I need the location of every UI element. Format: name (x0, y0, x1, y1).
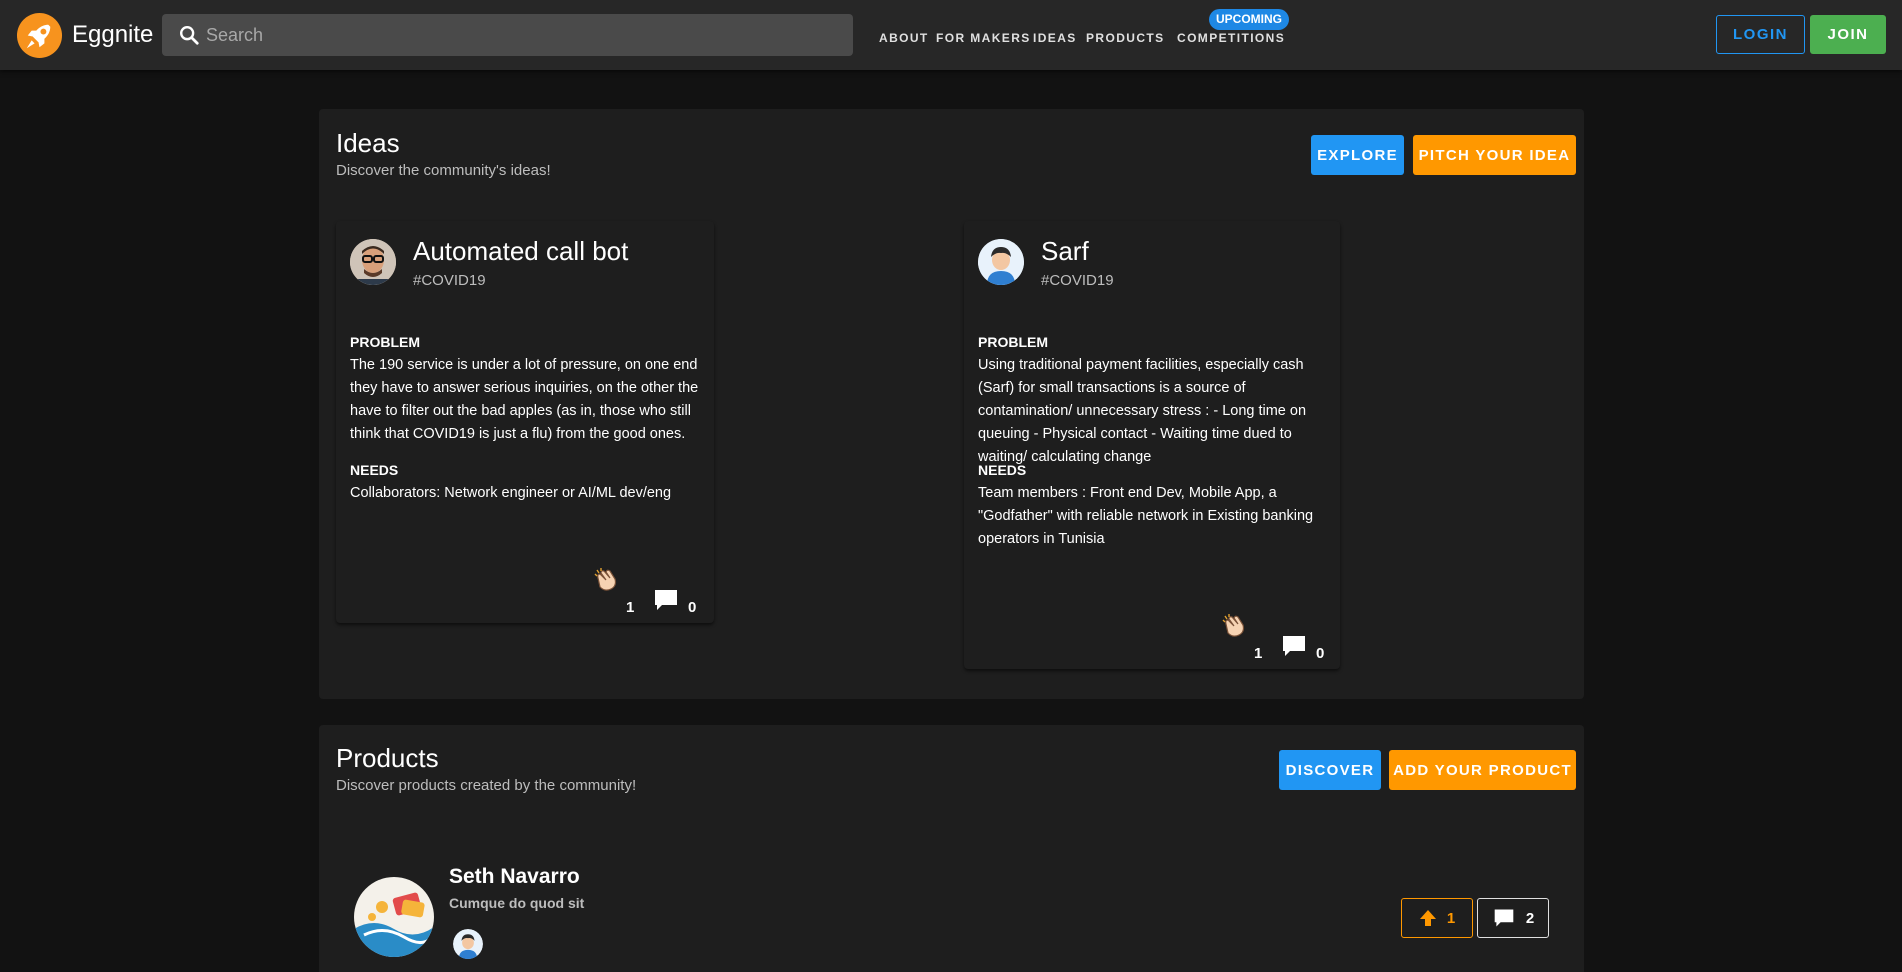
upvote-arrow-icon (1419, 910, 1436, 926)
comment-icon[interactable] (653, 587, 679, 613)
nav-competitions[interactable]: COMPETITIONS (1177, 31, 1285, 45)
product-name[interactable]: Seth Navarro (449, 865, 580, 889)
comment-icon (1494, 909, 1514, 927)
maker-avatar[interactable] (453, 929, 483, 959)
needs-label: NEEDS (350, 462, 399, 478)
upvote-count: 1 (1446, 909, 1456, 927)
add-product-button[interactable]: ADD YOUR PRODUCT (1389, 750, 1576, 790)
comment-icon[interactable] (1281, 633, 1307, 659)
product-comment-count: 2 (1525, 909, 1535, 927)
clap-count: 1 (626, 599, 635, 616)
author-avatar[interactable] (978, 239, 1024, 285)
join-button[interactable]: JOIN (1810, 15, 1886, 54)
upvote-button[interactable]: 1 (1401, 898, 1473, 938)
rocket-logo-icon[interactable] (16, 12, 63, 59)
comment-count: 0 (1316, 645, 1325, 662)
idea-tag[interactable]: #COVID19 (1041, 272, 1114, 289)
needs-label: NEEDS (978, 462, 1027, 478)
nav-products[interactable]: PRODUCTS (1086, 31, 1165, 45)
author-avatar[interactable] (350, 239, 396, 285)
search-icon (180, 26, 199, 45)
problem-label: PROBLEM (350, 334, 420, 350)
product-description: Cumque do quod sit (449, 895, 585, 911)
ideas-title: Ideas (336, 128, 400, 158)
idea-title[interactable]: Automated call bot (413, 236, 628, 267)
upcoming-badge: UPCOMING (1209, 9, 1289, 30)
pitch-idea-button[interactable]: PITCH YOUR IDEA (1413, 135, 1576, 175)
products-subtitle: Discover products created by the communi… (336, 777, 637, 794)
brand-name[interactable]: Eggnite (72, 21, 153, 49)
products-section: Products Discover products created by th… (319, 725, 1584, 972)
problem-text: The 190 service is under a lot of pressu… (350, 357, 699, 442)
needs-text: Collaborators: Network engineer or AI/ML… (350, 485, 672, 501)
clap-icon[interactable] (1220, 612, 1246, 638)
discover-button[interactable]: DISCOVER (1279, 750, 1381, 790)
clap-count: 1 (1254, 645, 1263, 662)
comment-count: 0 (688, 599, 697, 616)
search-bar[interactable] (162, 14, 853, 56)
problem-label: PROBLEM (978, 334, 1048, 350)
nav-about[interactable]: ABOUT (879, 31, 929, 45)
needs-text: Team members : Front end Dev, Mobile App… (978, 485, 1314, 547)
explore-button[interactable]: EXPLORE (1311, 135, 1404, 175)
nav-for-makers[interactable]: FOR MAKERS (936, 31, 1031, 45)
ideas-section: Ideas Discover the community's ideas! EX… (319, 109, 1584, 699)
search-input[interactable] (206, 14, 846, 56)
idea-title[interactable]: Sarf (1041, 236, 1089, 267)
login-button[interactable]: LOGIN (1716, 15, 1805, 54)
product-comments-button[interactable]: 2 (1477, 898, 1549, 938)
idea-card[interactable]: Sarf #COVID19 PROBLEM Using traditional … (964, 221, 1340, 669)
products-title: Products (336, 743, 439, 773)
top-navbar: Eggnite ABOUT FOR MAKERS IDEAS PRODUCTS … (0, 0, 1902, 70)
idea-card[interactable]: Automated call bot #COVID19 PROBLEM The … (336, 221, 714, 623)
problem-text: Using traditional payment facilities, es… (978, 357, 1307, 465)
product-image[interactable] (354, 877, 434, 957)
ideas-subtitle: Discover the community's ideas! (336, 162, 551, 179)
idea-tag[interactable]: #COVID19 (413, 272, 486, 289)
clap-icon[interactable] (592, 566, 618, 592)
nav-ideas[interactable]: IDEAS (1033, 31, 1077, 45)
